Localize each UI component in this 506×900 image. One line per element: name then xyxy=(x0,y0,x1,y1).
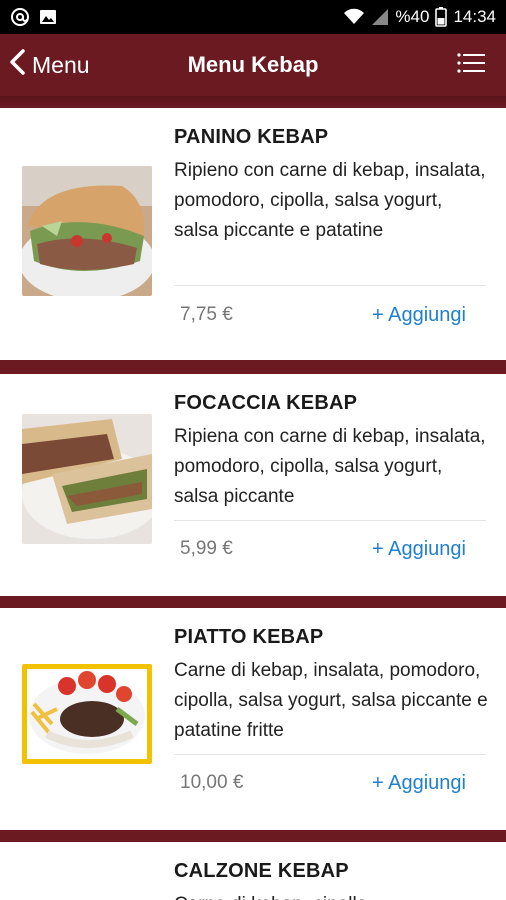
item-description: Ripieno con carne di kebap, insalata, po… xyxy=(174,160,486,241)
item-price: 5,99 € xyxy=(180,538,233,559)
item-image xyxy=(22,414,152,544)
signal-icon xyxy=(371,8,389,26)
app-bar-shadow xyxy=(0,96,506,108)
item-image xyxy=(22,664,152,764)
battery-percent: %40 xyxy=(395,7,430,26)
list-item[interactable]: CALZONE KEBAP Carne di kebap, cipolla xyxy=(0,842,506,900)
divider xyxy=(174,520,486,521)
battery-icon xyxy=(435,7,448,27)
item-description: Carne di kebap, insalata, pomodoro, cipo… xyxy=(174,660,488,741)
list-item[interactable]: PANINO KEBAP Ripieno con carne di kebap,… xyxy=(0,108,506,360)
list-menu-button[interactable] xyxy=(456,34,486,96)
divider xyxy=(174,754,486,755)
list-icon xyxy=(456,52,486,79)
list-item[interactable]: PIATTO KEBAP Carne di kebap, insalata, p… xyxy=(0,608,506,830)
divider xyxy=(174,285,486,286)
status-bar: %40 14:34 xyxy=(0,0,506,34)
back-button[interactable]: Menu xyxy=(8,34,90,96)
chevron-left-icon xyxy=(8,48,26,82)
item-name: PANINO KEBAP xyxy=(174,126,329,148)
item-image xyxy=(22,166,152,296)
item-name: CALZONE KEBAP xyxy=(174,860,349,882)
at-sign-icon xyxy=(10,7,30,27)
add-button[interactable]: + Aggiungi xyxy=(372,304,466,327)
item-name: PIATTO KEBAP xyxy=(174,626,324,648)
item-description: Ripiena con carne di kebap, insalata, po… xyxy=(174,426,486,507)
wifi-icon xyxy=(343,8,365,26)
back-label: Menu xyxy=(32,51,90,78)
status-time: 14:34 xyxy=(453,7,496,26)
add-button[interactable]: + Aggiungi xyxy=(372,772,466,795)
add-button[interactable]: + Aggiungi xyxy=(372,538,466,561)
item-description: Carne di kebap, cipolla xyxy=(174,890,490,900)
item-price: 10,00 € xyxy=(180,772,244,793)
item-price: 7,75 € xyxy=(180,304,233,325)
list-item[interactable]: FOCACCIA KEBAP Ripiena con carne di keba… xyxy=(0,374,506,596)
image-icon xyxy=(38,7,58,27)
item-name: FOCACCIA KEBAP xyxy=(174,392,358,414)
app-bar: Menu Menu Kebap xyxy=(0,34,506,96)
